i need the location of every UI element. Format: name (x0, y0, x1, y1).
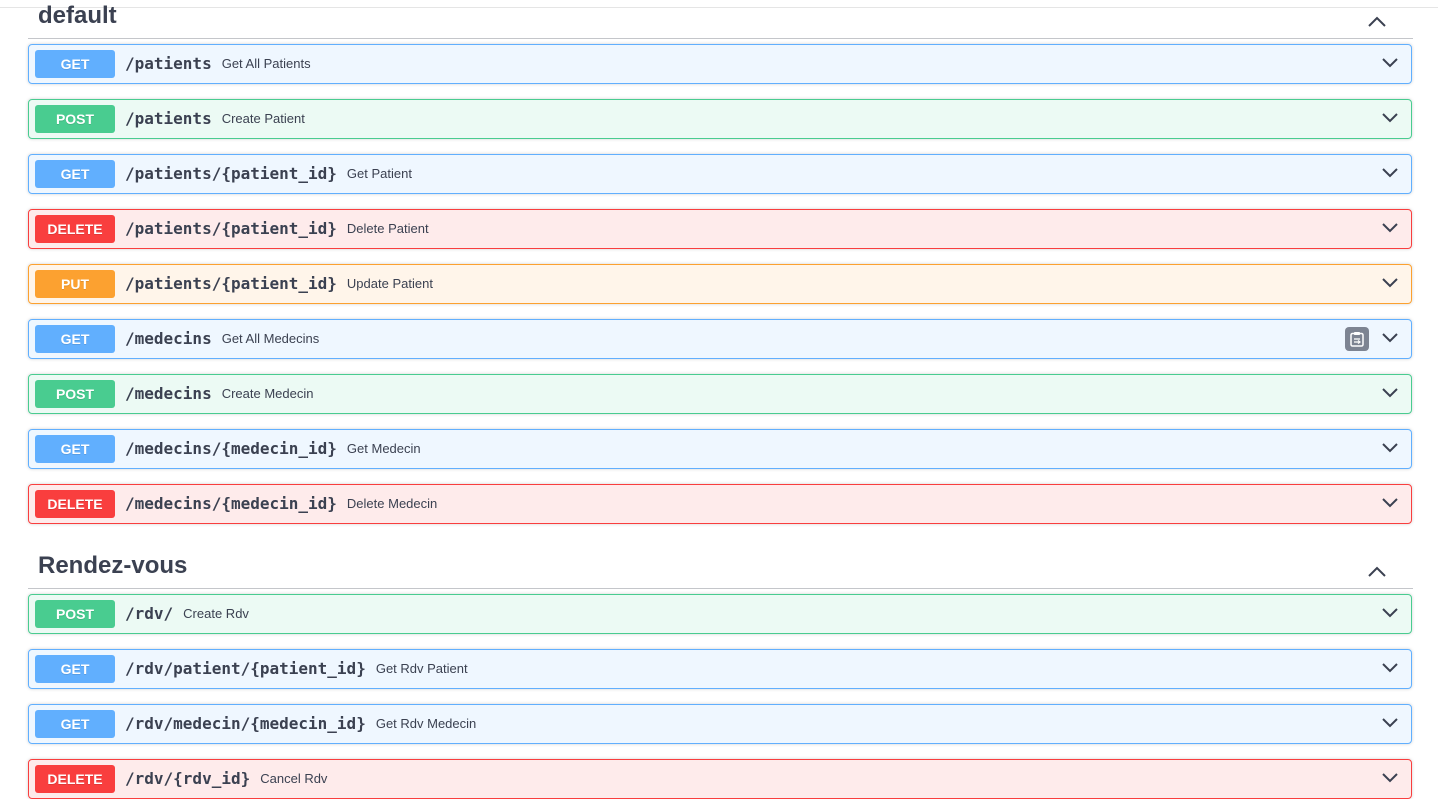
path-text: /rdv/{rdv_id} (125, 769, 251, 788)
operation-path: /medecins Get All Medecins (125, 320, 319, 358)
clipboard-copy-icon (1350, 332, 1364, 347)
operation-put-patient[interactable]: PUT /patients/{patient_id} Update Patien… (28, 264, 1412, 304)
operation-path: /rdv/{rdv_id} Cancel Rdv (125, 760, 327, 798)
operation-summary: Delete Patient (346, 221, 429, 236)
operation-post-medecins[interactable]: POST /medecins Create Medecin (28, 374, 1412, 414)
method-badge: GET (35, 655, 115, 683)
operation-path: /patients/{patient_id} Get Patient (125, 155, 412, 193)
operation-delete-medecin[interactable]: DELETE /medecins/{medecin_id} Delete Med… (28, 484, 1412, 524)
path-text: /rdv/patient/{patient_id} (125, 659, 366, 678)
chevron-down-icon[interactable] (1381, 111, 1399, 125)
operation-path: /patients Create Patient (125, 100, 305, 138)
chevron-up-icon[interactable] (1367, 14, 1387, 28)
method-badge: DELETE (35, 490, 115, 518)
operation-path: /patients/{patient_id} Delete Patient (125, 210, 429, 248)
chevron-up-icon[interactable] (1367, 564, 1387, 578)
method-badge: DELETE (35, 215, 115, 243)
operation-get-patients[interactable]: GET /patients Get All Patients (28, 44, 1412, 84)
section-header-rendez-vous[interactable]: Rendez-vous (28, 552, 1413, 589)
operation-summary: Get Rdv Patient (375, 661, 468, 676)
operation-path: /rdv/medecin/{medecin_id} Get Rdv Medeci… (125, 705, 476, 743)
chevron-down-icon[interactable] (1381, 166, 1399, 180)
path-text: /medecins (125, 384, 212, 403)
operation-summary: Cancel Rdv (260, 771, 328, 786)
operation-get-medecin[interactable]: GET /medecins/{medecin_id} Get Medecin (28, 429, 1412, 469)
operation-summary: Get Rdv Medecin (375, 716, 477, 731)
path-text: /patients/{patient_id} (125, 219, 337, 238)
section-title: default (38, 2, 117, 29)
operation-summary: Get All Patients (221, 56, 311, 71)
method-badge: PUT (35, 270, 115, 298)
method-badge: GET (35, 50, 115, 78)
operation-summary: Delete Medecin (346, 496, 438, 511)
chevron-down-icon[interactable] (1381, 331, 1399, 345)
operation-delete-patient[interactable]: DELETE /patients/{patient_id} Delete Pat… (28, 209, 1412, 249)
path-text: /patients (125, 109, 212, 128)
operation-path: /patients Get All Patients (125, 45, 311, 83)
operation-post-rdv[interactable]: POST /rdv/ Create Rdv (28, 594, 1412, 634)
method-badge: GET (35, 160, 115, 188)
operation-path: /rdv/patient/{patient_id} Get Rdv Patien… (125, 650, 468, 688)
operation-get-rdv-medecin[interactable]: GET /rdv/medecin/{medecin_id} Get Rdv Me… (28, 704, 1412, 744)
operation-summary: Get All Medecins (221, 331, 320, 346)
chevron-down-icon[interactable] (1381, 276, 1399, 290)
chevron-down-icon[interactable] (1381, 716, 1399, 730)
path-text: /rdv/ (125, 604, 174, 623)
chevron-down-icon[interactable] (1381, 606, 1399, 620)
operation-summary: Update Patient (346, 276, 433, 291)
operation-path: /patients/{patient_id} Update Patient (125, 265, 433, 303)
chevron-down-icon[interactable] (1381, 661, 1399, 675)
path-text: /medecins/{medecin_id} (125, 439, 337, 458)
section-header-default[interactable]: default (28, 2, 1413, 39)
method-badge: DELETE (35, 765, 115, 793)
operation-summary: Get Medecin (346, 441, 421, 456)
operation-get-patient[interactable]: GET /patients/{patient_id} Get Patient (28, 154, 1412, 194)
method-badge: POST (35, 600, 115, 628)
operation-path: /rdv/ Create Rdv (125, 595, 249, 633)
section-title: Rendez-vous (38, 552, 188, 579)
operation-post-patients[interactable]: POST /patients Create Patient (28, 99, 1412, 139)
operation-path: /medecins/{medecin_id} Delete Medecin (125, 485, 437, 523)
copy-to-clipboard-button[interactable] (1345, 327, 1369, 351)
operation-get-rdv-patient[interactable]: GET /rdv/patient/{patient_id} Get Rdv Pa… (28, 649, 1412, 689)
operation-path: /medecins Create Medecin (125, 375, 313, 413)
operation-get-medecins[interactable]: GET /medecins Get All Medecins (28, 319, 1412, 359)
chevron-down-icon[interactable] (1381, 56, 1399, 70)
path-text: /patients (125, 54, 212, 73)
operation-delete-rdv[interactable]: DELETE /rdv/{rdv_id} Cancel Rdv (28, 759, 1412, 799)
path-text: /medecins (125, 329, 212, 348)
method-badge: GET (35, 435, 115, 463)
chevron-down-icon[interactable] (1381, 386, 1399, 400)
chevron-down-icon[interactable] (1381, 771, 1399, 785)
path-text: /patients/{patient_id} (125, 274, 337, 293)
operation-summary: Create Medecin (221, 386, 314, 401)
method-badge: POST (35, 105, 115, 133)
path-text: /patients/{patient_id} (125, 164, 337, 183)
chevron-down-icon[interactable] (1381, 441, 1399, 455)
operation-path: /medecins/{medecin_id} Get Medecin (125, 430, 421, 468)
method-badge: GET (35, 325, 115, 353)
operation-summary: Get Patient (346, 166, 412, 181)
chevron-down-icon[interactable] (1381, 221, 1399, 235)
method-badge: GET (35, 710, 115, 738)
path-text: /medecins/{medecin_id} (125, 494, 337, 513)
method-badge: POST (35, 380, 115, 408)
path-text: /rdv/medecin/{medecin_id} (125, 714, 366, 733)
chevron-down-icon[interactable] (1381, 496, 1399, 510)
operation-summary: Create Patient (221, 111, 305, 126)
operation-summary: Create Rdv (183, 606, 249, 621)
